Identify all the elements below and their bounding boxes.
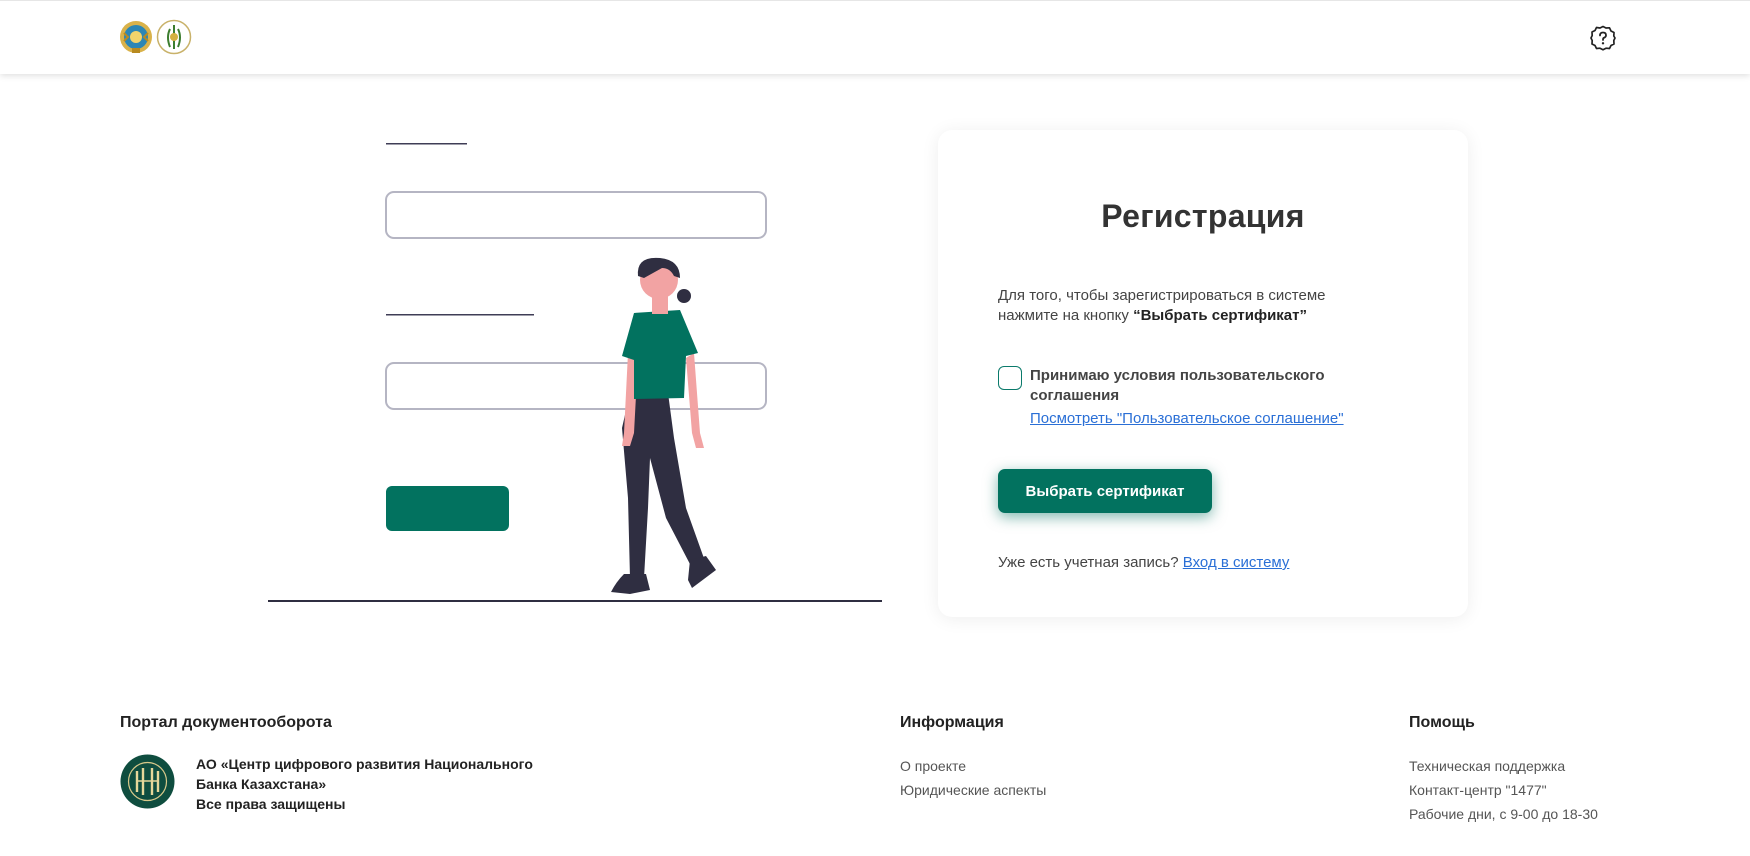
kazakhstan-emblem-icon [120, 21, 152, 53]
footer-help-heading: Помощь [1409, 714, 1475, 731]
instructions-text: Для того, чтобы зарегистрироваться в сис… [998, 286, 1378, 326]
login-prompt: Уже есть учетная запись? Вход в систему [998, 554, 1289, 571]
instructions-line-1: Для того, чтобы зарегистрироваться в сис… [998, 287, 1326, 304]
footer-information-links: О проекте Юридические аспекты [900, 754, 1046, 802]
select-certificate-button[interactable]: Выбрать сертификат [998, 469, 1212, 513]
agreement-checkbox[interactable] [998, 366, 1022, 390]
illus-field-1 [385, 191, 767, 239]
footer-help-links: Техническая поддержка Контакт-центр "147… [1409, 754, 1598, 826]
illus-field-2 [385, 362, 767, 410]
tech-support-link[interactable]: Техническая поддержка [1409, 754, 1598, 778]
login-link[interactable]: Вход в систему [1183, 554, 1290, 571]
page-title: Регистрация [1101, 198, 1305, 234]
about-project-link[interactable]: О проекте [900, 754, 1046, 778]
illus-ground [268, 600, 882, 602]
org-line-1: АО «Центр цифрового развития Национально… [196, 756, 533, 772]
top-header [0, 0, 1750, 74]
copyright-text: Все права защищены [196, 796, 346, 812]
working-hours-text: Рабочие дни, с 9-00 до 18-30 [1409, 806, 1598, 822]
registration-card: Регистрация Для того, чтобы зарегистриро… [938, 130, 1468, 617]
question-circle-icon[interactable] [1590, 25, 1616, 51]
digital-center-logo-icon [120, 754, 175, 809]
footer-portal-heading: Портал документооборота [120, 714, 332, 731]
footer-information-heading: Информация [900, 714, 1004, 731]
have-account-text: Уже есть учетная запись? [998, 554, 1179, 571]
header-logos[interactable] [119, 19, 192, 55]
view-agreement-link[interactable]: Посмотреть "Пользовательское соглашение" [1030, 410, 1344, 427]
organization-name: АО «Центр цифрового развития Национально… [196, 754, 616, 814]
illus-person [611, 257, 716, 594]
contact-center-link[interactable]: Контакт-центр "1477" [1409, 778, 1598, 802]
org-line-2: Банка Казахстана» [196, 776, 327, 792]
illus-button [386, 486, 509, 531]
footer-information: Информация О проекте Юридические аспекты [900, 714, 1046, 798]
illus-line-1 [386, 143, 467, 145]
footer-help: Помощь Техническая поддержка Контакт-цен… [1409, 714, 1598, 822]
agreement-label[interactable]: Принимаю условия пользовательского согла… [1030, 366, 1370, 406]
instructions-button-name: “Выбрать сертификат” [1133, 307, 1307, 324]
registration-illustration [268, 143, 882, 602]
footer-portal: Портал документооборота АО «Центр цифров… [120, 714, 533, 812]
legal-aspects-link[interactable]: Юридические аспекты [900, 778, 1046, 802]
illus-line-2 [386, 314, 534, 316]
national-bank-logo-icon [156, 19, 192, 55]
instructions-line-2: нажмите на кнопку [998, 307, 1134, 324]
